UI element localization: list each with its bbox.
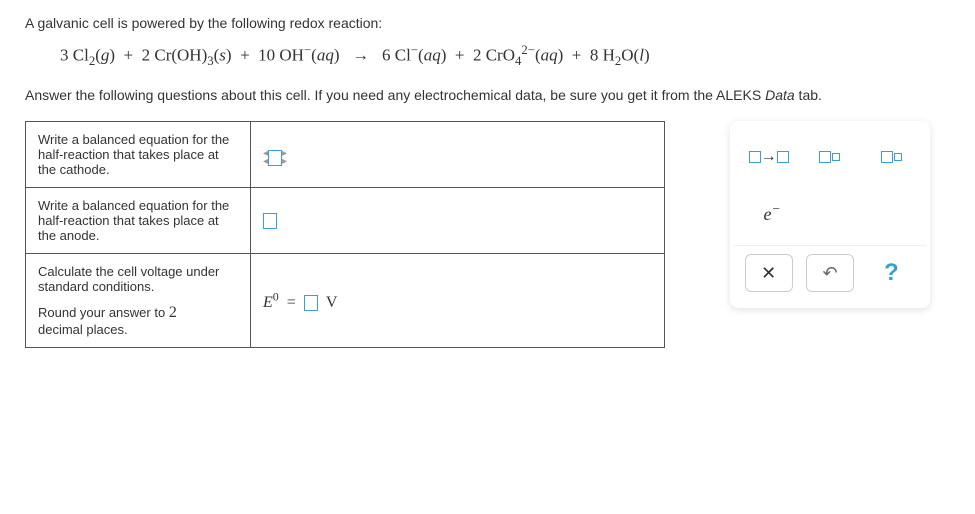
instructions: Answer the following questions about thi… (25, 87, 950, 103)
anode-prompt: Write a balanced equation for the half-r… (26, 188, 251, 254)
anode-input-cell[interactable] (251, 188, 665, 254)
help-button[interactable]: ? (867, 254, 915, 292)
voltage-value-box[interactable] (304, 295, 318, 311)
voltage-prompt: Calculate the cell voltage under standar… (26, 254, 251, 348)
math-toolbar: → e− ✕ ↶ ? (730, 121, 930, 308)
tool-electron[interactable]: e− (752, 193, 792, 233)
clear-button[interactable]: ✕ (745, 254, 793, 292)
tool-superscript[interactable] (863, 137, 919, 177)
intro-text: A galvanic cell is powered by the follow… (25, 15, 950, 31)
tool-subscript[interactable] (802, 137, 858, 177)
answer-table: Write a balanced equation for the half-r… (25, 121, 665, 348)
cathode-input-cell[interactable]: ◂◂ ▸▸ (251, 122, 665, 188)
redox-equation: 3 Cl2(g) + 2 Cr(OH)3(s) + 10 OH−(aq) → 6… (60, 43, 950, 69)
cathode-prompt: Write a balanced equation for the half-r… (26, 122, 251, 188)
tool-reaction-arrow[interactable]: → (741, 137, 797, 177)
anode-input-box[interactable] (263, 213, 277, 229)
reset-button[interactable]: ↶ (806, 254, 854, 292)
cathode-input-box[interactable] (268, 150, 282, 166)
voltage-input-cell[interactable]: E0 = V (251, 254, 665, 348)
